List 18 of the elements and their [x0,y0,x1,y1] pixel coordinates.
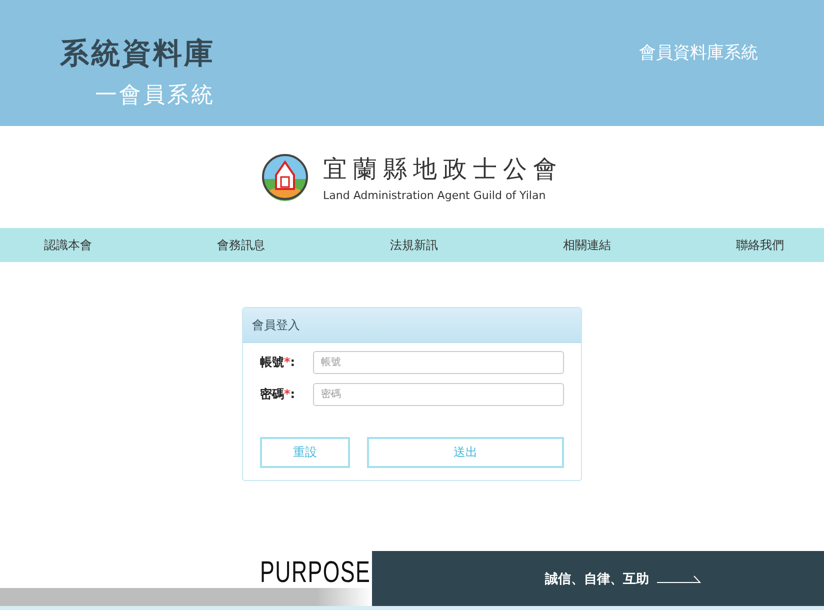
guild-name: 宜蘭縣地政士公會 [323,154,563,184]
purpose-heading: PURPOSE [260,558,371,588]
input-field[interactable]: 帳號 [313,351,564,374]
input-field[interactable]: 密碼 [313,383,564,406]
nav-link[interactable]: 聯絡我們 [736,236,784,254]
nav-link[interactable]: 認識本會 [44,236,92,254]
motto-text: 誠信、自律、互助 [545,570,649,588]
site-subtitle: 一會員系統 [95,82,215,110]
nav-link[interactable]: 會務訊息 [217,236,265,254]
field-label: 帳號*: [260,354,296,371]
globe-house-logo-icon [261,153,309,201]
field-label: 密碼*: [260,386,296,403]
card-title: 會員登入 [243,308,581,343]
nav-link[interactable]: 法規新訊 [390,236,438,254]
nav-link[interactable]: 相關連結 [563,236,611,254]
guild-english-name: Land Administration Agent Guild of Yilan [323,188,547,202]
site-title: 系統資料庫 [60,35,215,72]
system-name: 會員資料庫系統 [639,42,758,65]
